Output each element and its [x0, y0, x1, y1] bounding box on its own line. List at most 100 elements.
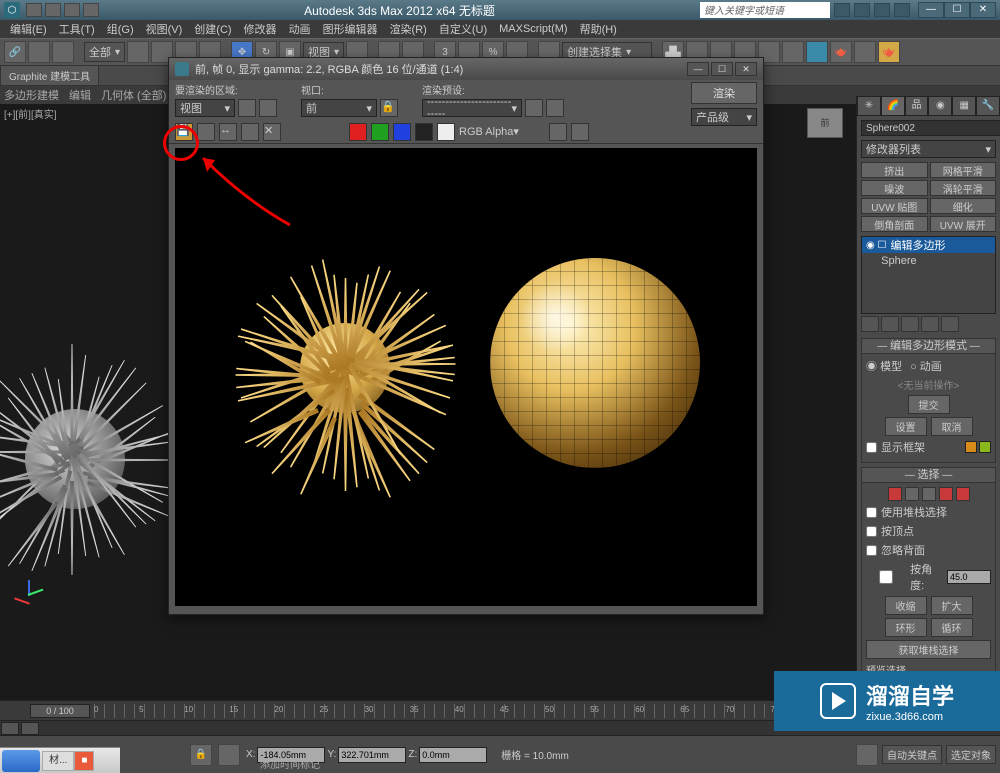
selection-filter[interactable]: 全部 ▾ [84, 42, 125, 62]
configure-sets-icon[interactable] [941, 316, 959, 332]
menu-rendering[interactable]: 渲染(R) [384, 21, 433, 37]
getstack-button[interactable]: 获取堆栈选择 [866, 640, 991, 659]
qat-icon[interactable] [64, 3, 80, 17]
selkey-button[interactable]: 选定对象 [946, 745, 996, 764]
menu-group[interactable]: 组(G) [101, 21, 140, 37]
lock-icon[interactable]: 🔒 [380, 99, 398, 117]
polygon-subobj-icon[interactable] [939, 487, 953, 501]
render-icon[interactable]: 🫖 [878, 41, 900, 63]
render-frame-icon[interactable] [854, 41, 876, 63]
start-button[interactable] [2, 750, 40, 772]
radio-animate[interactable]: ○ 动画 [910, 358, 942, 374]
commit-button[interactable]: 提交 [908, 395, 950, 414]
settings-button[interactable]: 设置 [885, 417, 927, 436]
maximize-button[interactable]: ☐ [711, 62, 733, 76]
time-slider-handle[interactable]: 0 / 100 [30, 704, 90, 718]
help-icon[interactable] [854, 3, 870, 17]
remove-modifier-icon[interactable] [921, 316, 939, 332]
area-dropdown[interactable]: 视图▾ [175, 99, 235, 117]
star-icon[interactable] [874, 3, 890, 17]
channel-dropdown[interactable]: RGB Alpha▾ [459, 125, 545, 138]
menu-maxscript[interactable]: MAXScript(M) [493, 23, 573, 35]
qat-icon[interactable] [83, 3, 99, 17]
usestack-checkbox[interactable] [866, 507, 877, 518]
ribbon-edit[interactable]: 编辑 [69, 87, 91, 103]
menu-modifiers[interactable]: 修改器 [238, 21, 283, 37]
edit-region-icon[interactable] [238, 99, 256, 117]
qat-icon[interactable] [45, 3, 61, 17]
copy-image-icon[interactable] [197, 123, 215, 141]
loop-button[interactable]: 循环 [931, 618, 973, 637]
motion-tab-icon[interactable]: ◉ [928, 96, 952, 116]
element-subobj-icon[interactable] [956, 487, 970, 501]
edge-subobj-icon[interactable] [905, 487, 919, 501]
quick-access[interactable] [26, 3, 99, 17]
ring-button[interactable]: 环形 [885, 618, 927, 637]
modifier-stack[interactable]: ◉ ☐ 编辑多边形 Sphere [861, 236, 996, 314]
hierarchy-tab-icon[interactable]: 品 [905, 96, 929, 116]
close-button[interactable]: ✕ [735, 62, 757, 76]
blue-channel-icon[interactable] [393, 123, 411, 141]
angle-spinner[interactable] [947, 570, 991, 584]
environment-icon[interactable] [546, 99, 564, 117]
isolate-icon[interactable] [856, 744, 878, 766]
menu-edit[interactable]: 编辑(E) [4, 21, 53, 37]
byangle-checkbox[interactable] [866, 570, 906, 584]
menu-views[interactable]: 视图(V) [140, 21, 189, 37]
rollout-editpoly-mode[interactable]: — 编辑多边形模式 — [861, 338, 996, 354]
byvertex-checkbox[interactable] [866, 526, 877, 537]
autokey-button[interactable]: 自动关键点 [882, 745, 942, 764]
search-icon[interactable] [834, 3, 850, 17]
auto-region-icon[interactable] [259, 99, 277, 117]
viewport-label[interactable]: [+][前][真实] [4, 106, 57, 121]
utilities-tab-icon[interactable]: 🔧 [976, 96, 1000, 116]
cage-color-2[interactable] [979, 441, 991, 453]
select-icon[interactable] [127, 41, 149, 63]
taskbar-item[interactable]: ■ [74, 751, 94, 771]
toggle-ui-icon[interactable] [549, 123, 567, 141]
ignoreback-checkbox[interactable] [866, 545, 877, 556]
viewport-dropdown[interactable]: 前▾ [301, 99, 377, 117]
render-button[interactable]: 渲染 [691, 82, 757, 104]
maximize-button[interactable]: ☐ [944, 2, 970, 18]
trackbar-icon[interactable] [1, 722, 19, 735]
render-output[interactable] [175, 148, 757, 606]
close-button[interactable]: ✕ [970, 2, 996, 18]
minimize-button[interactable]: — [918, 2, 944, 18]
menu-create[interactable]: 创建(C) [188, 21, 237, 37]
clone-icon[interactable]: ↔ [219, 123, 237, 141]
schematic-icon[interactable] [782, 41, 804, 63]
material-editor-icon[interactable] [806, 41, 828, 63]
unlink-icon[interactable] [28, 41, 50, 63]
cancel-button[interactable]: 取消 [931, 417, 973, 436]
ribbon-geometry[interactable]: 几何体 (全部) [101, 87, 166, 103]
mod-noise[interactable]: 噪波 [861, 180, 928, 196]
render-window-titlebar[interactable]: 前, 帧 0, 显示 gamma: 2.2, RGBA 颜色 16 位/通道 (… [169, 58, 763, 80]
menu-customize[interactable]: 自定义(U) [433, 21, 493, 37]
stack-item-editpoly[interactable]: ◉ ☐ 编辑多边形 [862, 237, 995, 253]
border-subobj-icon[interactable] [922, 487, 936, 501]
menu-animation[interactable]: 动画 [283, 21, 317, 37]
pin-stack-icon[interactable] [861, 316, 879, 332]
mod-bevelprofile[interactable]: 倒角剖面 [861, 216, 928, 232]
modify-tab-icon[interactable]: 🌈 [881, 96, 905, 116]
link-icon[interactable]: 🔗 [4, 41, 26, 63]
trackbar-icon[interactable] [21, 722, 39, 735]
z-coord-field[interactable] [419, 747, 487, 763]
help-search[interactable]: 键入关键字或短语 [700, 2, 830, 18]
bind-icon[interactable] [52, 41, 74, 63]
radio-model[interactable]: ◉ 模型 [866, 358, 902, 374]
minimize-button[interactable]: — [687, 62, 709, 76]
abs-rel-icon[interactable] [218, 744, 240, 766]
menu-grapheditors[interactable]: 图形编辑器 [317, 21, 384, 37]
shrink-button[interactable]: 收缩 [885, 596, 927, 615]
taskbar-item[interactable]: 材... [42, 751, 74, 771]
modifier-list-dropdown[interactable]: 修改器列表▾ [861, 140, 996, 158]
ribbon-tab-graphite[interactable]: Graphite 建模工具 [0, 65, 99, 86]
mod-turbosmooth[interactable]: 涡轮平滑 [930, 180, 997, 196]
mod-uvwunwrap[interactable]: UVW 展开 [930, 216, 997, 232]
y-coord-field[interactable] [338, 747, 406, 763]
stack-item-sphere[interactable]: Sphere [862, 253, 995, 269]
rollout-selection[interactable]: — 选择 — [861, 467, 996, 483]
showcage-checkbox[interactable] [866, 442, 877, 453]
